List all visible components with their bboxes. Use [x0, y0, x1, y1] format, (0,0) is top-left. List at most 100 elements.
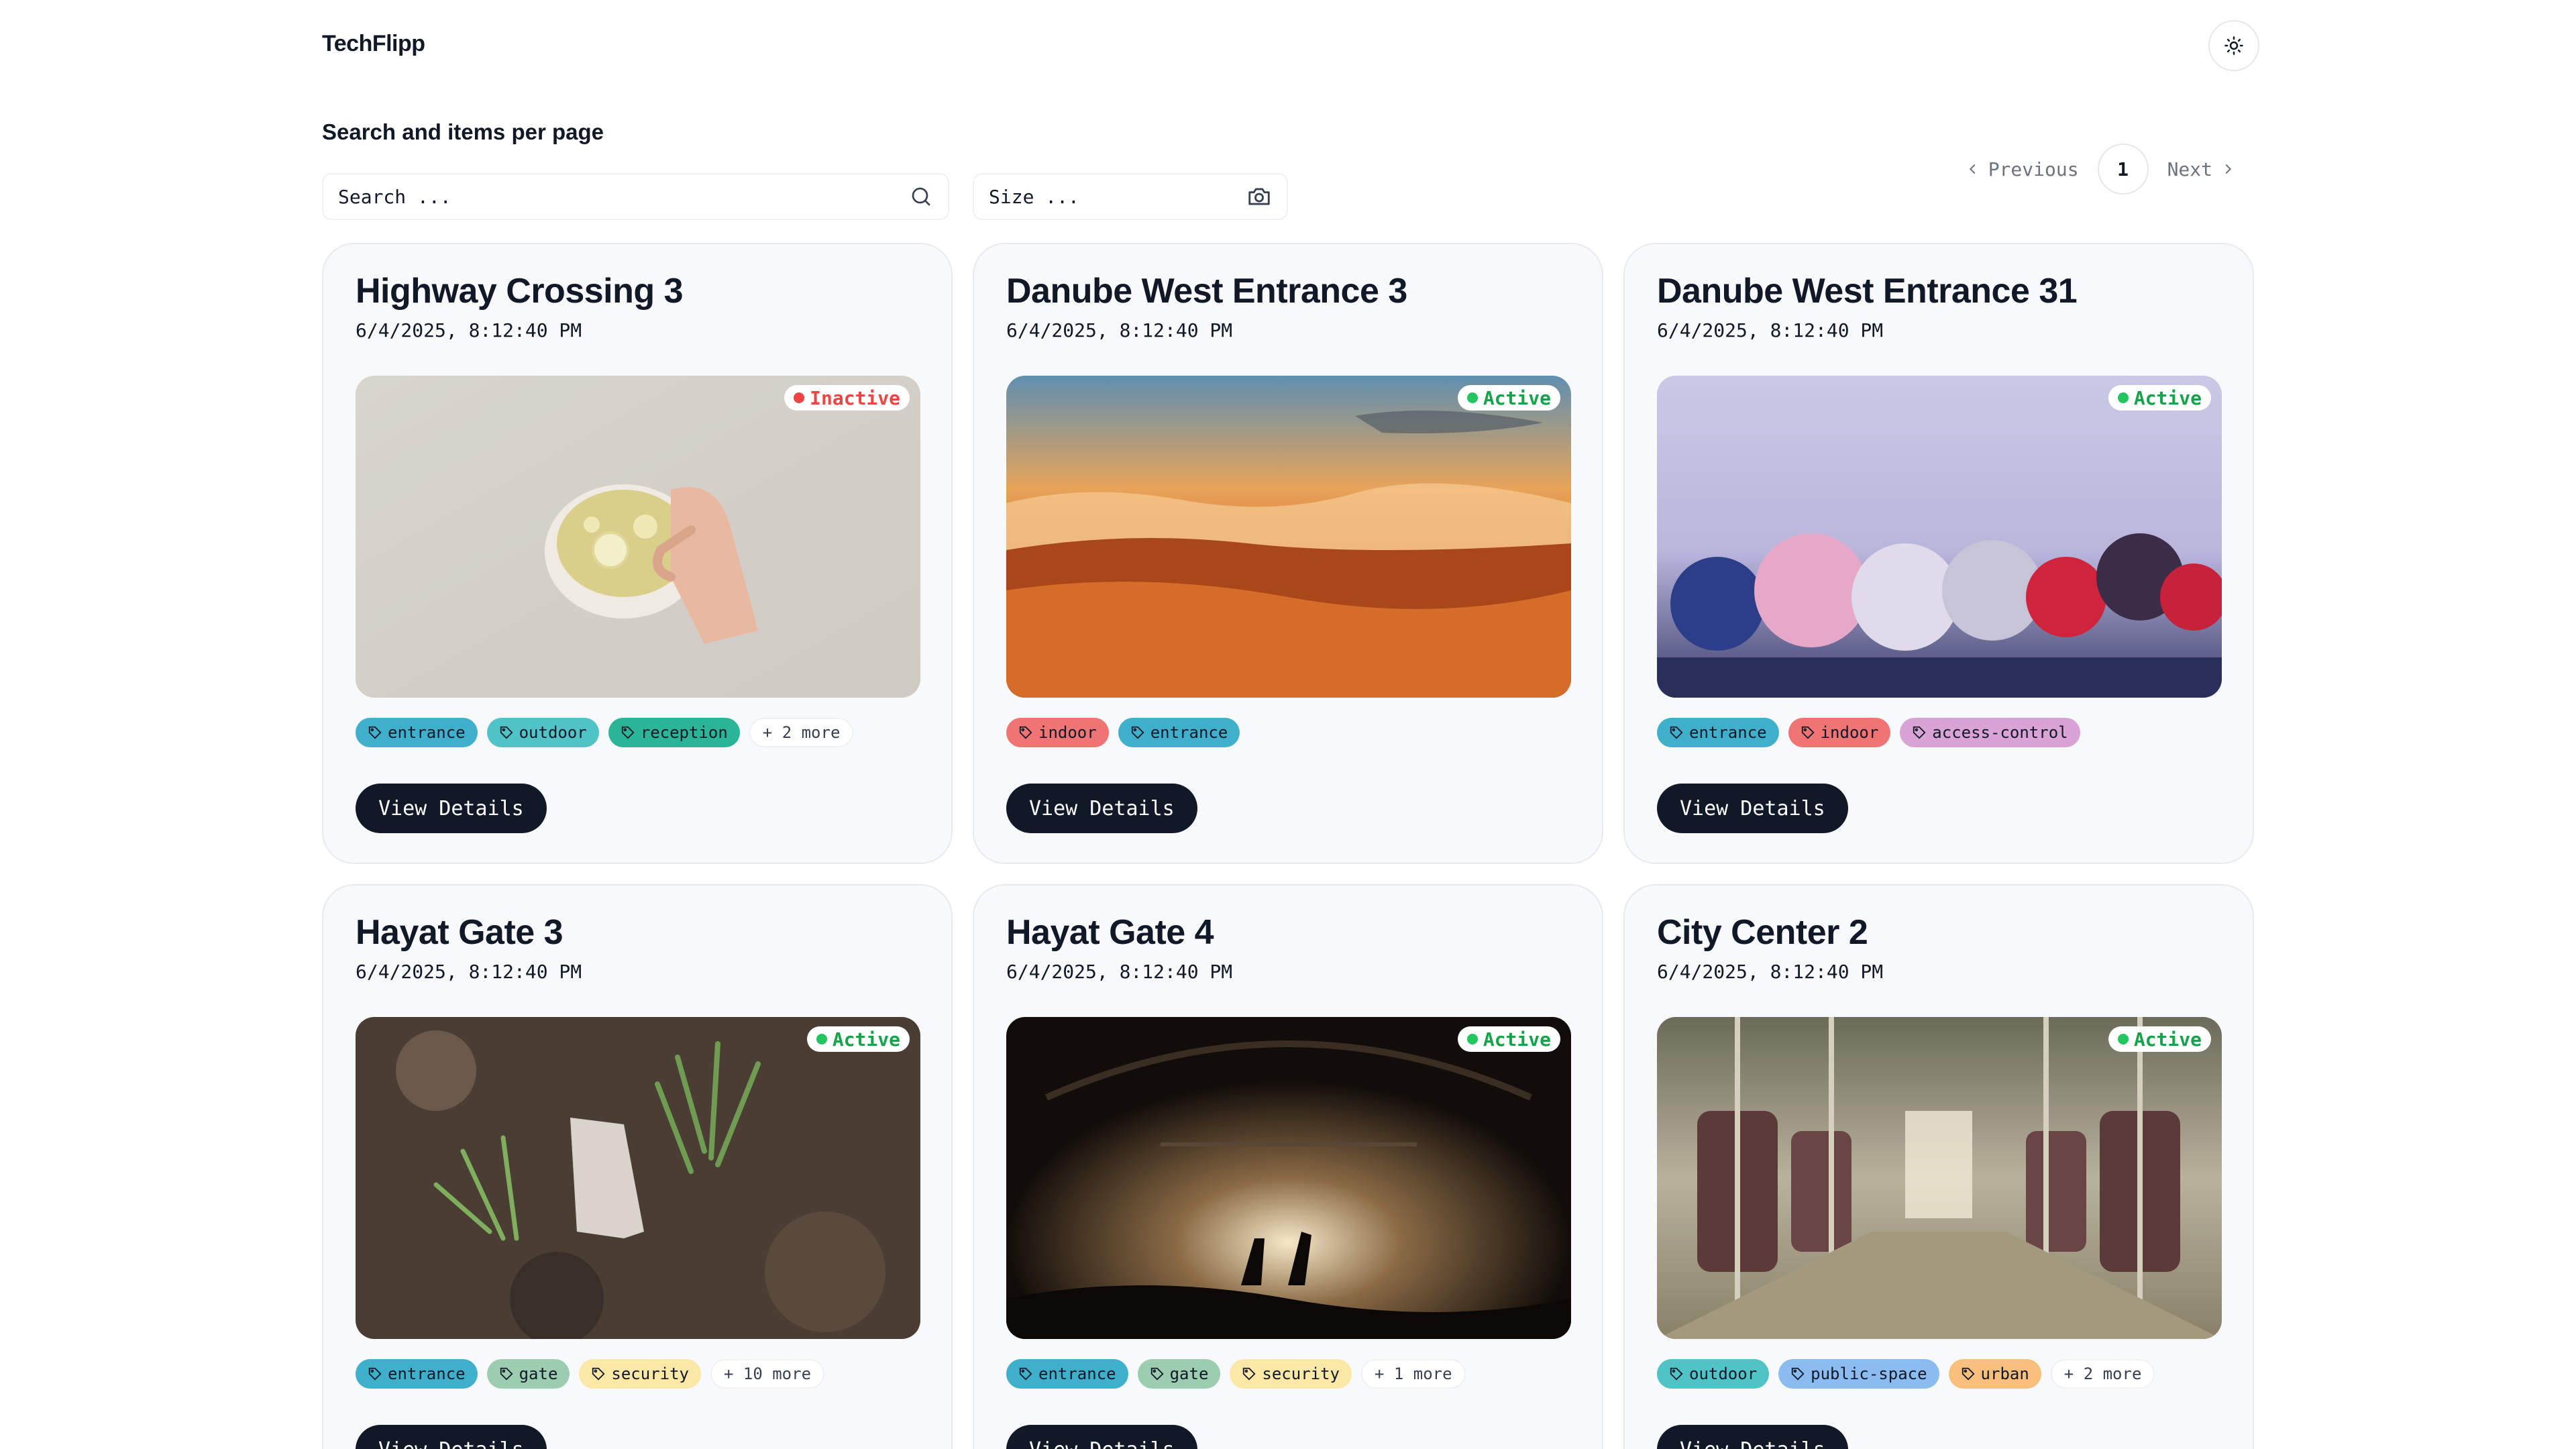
tag-entrance[interactable]: entrance: [1118, 718, 1240, 747]
status-label: Active: [2133, 1028, 2202, 1051]
tag-list: entrance indoor access-control: [1657, 718, 2080, 747]
tag-gate[interactable]: gate: [486, 1359, 570, 1389]
status-badge: Active: [2108, 385, 2211, 411]
tag-list: entrance gate security + 1 more: [1006, 1359, 1466, 1389]
tag-label: security: [611, 1364, 689, 1383]
tag-indoor[interactable]: indoor: [1788, 718, 1891, 747]
card-date: 6/4/2025, 8:12:40 PM: [1657, 319, 1884, 341]
status-badge: Active: [1457, 385, 1560, 411]
tag-gate[interactable]: gate: [1137, 1359, 1221, 1389]
previous-label: Previous: [1988, 158, 2079, 180]
status-label: Active: [832, 1028, 900, 1051]
bus-interior-illustration: [1657, 1017, 2222, 1339]
status-label: Inactive: [810, 386, 900, 409]
search-icon[interactable]: [909, 184, 933, 209]
status-badge: Active: [2108, 1026, 2211, 1052]
chevron-right-icon: [2225, 164, 2232, 174]
card-date: 6/4/2025, 8:12:40 PM: [356, 961, 582, 983]
pagination-next[interactable]: Next: [2149, 158, 2254, 180]
camera-card: Hayat Gate 3 6/4/2025, 8:12:40 PM Active…: [322, 884, 953, 1449]
tag-icon: [368, 1367, 382, 1381]
sun-icon: [2224, 36, 2243, 55]
view-details-button[interactable]: View Details: [356, 1425, 547, 1449]
tag-label: entrance: [388, 723, 466, 742]
card-title: City Center 2: [1657, 913, 1868, 952]
tag-icon: [1913, 726, 1926, 739]
tag-entrance[interactable]: entrance: [1657, 718, 1779, 747]
card-title: Hayat Gate 4: [1006, 913, 1214, 952]
tag-entrance[interactable]: entrance: [1006, 1359, 1128, 1389]
camera-card: Danube West Entrance 3 6/4/2025, 8:12:40…: [973, 243, 1603, 864]
frozen-berries-illustration: [1657, 376, 2222, 698]
card-title: Highway Crossing 3: [356, 272, 684, 311]
lemon-tea-illustration: [356, 376, 920, 698]
brand-logo[interactable]: TechFlipp: [322, 31, 425, 57]
page-number-1[interactable]: 1: [2097, 144, 2149, 195]
concert-stage-illustration: [1006, 1017, 1571, 1339]
sunset-clouds-illustration: [1006, 376, 1571, 698]
search-input[interactable]: [338, 185, 909, 208]
theme-toggle-button[interactable]: [2208, 20, 2259, 71]
tag-urban[interactable]: urban: [1948, 1359, 2041, 1389]
card-image-bus-interior: Active: [1657, 1017, 2222, 1339]
card-image-concert-stage: Active: [1006, 1017, 1571, 1339]
tag-icon: [500, 1367, 513, 1381]
size-input[interactable]: [989, 185, 1246, 208]
search-box: [322, 173, 949, 220]
tag-security[interactable]: security: [579, 1359, 701, 1389]
tag-label: gate: [519, 1364, 558, 1383]
tag-icon: [621, 726, 635, 739]
tag-public-space[interactable]: public-space: [1778, 1359, 1939, 1389]
view-details-button[interactable]: View Details: [356, 784, 547, 833]
tag-icon: [1131, 726, 1144, 739]
tag-more[interactable]: + 10 more: [710, 1359, 825, 1389]
tag-label: entrance: [388, 1364, 466, 1383]
tag-list: outdoor public-space urban + 2 more: [1657, 1359, 2155, 1389]
tag-label: entrance: [1150, 723, 1228, 742]
tag-security[interactable]: security: [1230, 1359, 1352, 1389]
status-dot: [794, 392, 805, 403]
status-label: Active: [2133, 386, 2202, 409]
tag-access-control[interactable]: access-control: [1900, 718, 2080, 747]
status-label: Active: [1483, 1028, 1551, 1051]
camera-card: Hayat Gate 4 6/4/2025, 8:12:40 PM Active…: [973, 884, 1603, 1449]
card-date: 6/4/2025, 8:12:40 PM: [1657, 961, 1884, 983]
view-details-button[interactable]: View Details: [1006, 784, 1197, 833]
tag-label: entrance: [1689, 723, 1767, 742]
tag-more[interactable]: + 2 more: [749, 718, 854, 747]
card-image-frozen-berries: Active: [1657, 376, 2222, 698]
tag-label: public-space: [1811, 1364, 1927, 1383]
tag-outdoor[interactable]: outdoor: [486, 718, 599, 747]
tag-icon: [1670, 726, 1683, 739]
tag-entrance[interactable]: entrance: [356, 718, 478, 747]
next-label: Next: [2167, 158, 2212, 180]
status-label: Active: [1483, 386, 1551, 409]
camera-icon[interactable]: [1246, 184, 1272, 209]
tag-icon: [1670, 1367, 1683, 1381]
chevron-left-icon: [1969, 164, 1976, 174]
tag-list: entrance gate security + 10 more: [356, 1359, 825, 1389]
tag-more[interactable]: + 2 more: [2050, 1359, 2155, 1389]
view-details-button[interactable]: View Details: [1657, 784, 1848, 833]
tag-outdoor[interactable]: outdoor: [1657, 1359, 1770, 1389]
tag-label: access-control: [1932, 723, 2068, 742]
tag-entrance[interactable]: entrance: [356, 1359, 478, 1389]
status-dot: [2117, 1034, 2129, 1044]
tag-more[interactable]: + 1 more: [1360, 1359, 1466, 1389]
camera-card: Highway Crossing 3 6/4/2025, 8:12:40 PM …: [322, 243, 953, 864]
tag-list: indoor entrance: [1006, 718, 1240, 747]
view-details-button[interactable]: View Details: [1657, 1425, 1848, 1449]
card-title: Hayat Gate 3: [356, 913, 564, 952]
card-image-lemon-tea: Inactive: [356, 376, 920, 698]
status-dot: [816, 1034, 827, 1044]
view-details-button[interactable]: View Details: [1006, 1425, 1197, 1449]
camera-card: Danube West Entrance 31 6/4/2025, 8:12:4…: [1623, 243, 2254, 864]
tag-reception[interactable]: reception: [608, 718, 740, 747]
tag-icon: [1243, 1367, 1256, 1381]
tag-label: security: [1262, 1364, 1340, 1383]
pagination-previous[interactable]: Previous: [1947, 158, 2098, 180]
tag-indoor[interactable]: indoor: [1006, 718, 1109, 747]
header: TechFlipp: [322, 20, 2259, 71]
pagination: Previous 1 Next: [1947, 144, 2254, 195]
section-label: Search and items per page: [322, 119, 604, 144]
